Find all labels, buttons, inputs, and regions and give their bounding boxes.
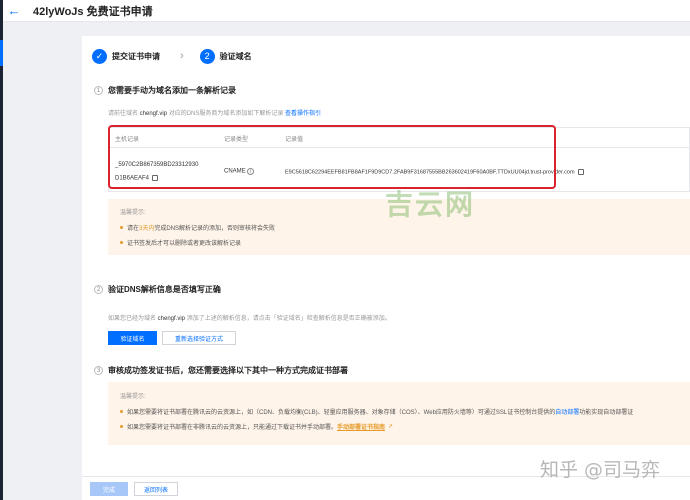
section-3-number: 3 [94, 366, 103, 375]
tip-item-2: 证书签发后才可以删除或者更改该解析记录 [120, 238, 678, 247]
section-2-desc: 如果您已经为域名 chengf.vip 添加了上述的解析信息，请点击「验证域名」… [108, 313, 391, 322]
host-record-line2-text[interactable]: D1B6AEAF4 [115, 176, 149, 182]
bullet-dot [120, 241, 123, 244]
header-host-record: 主机记录 [115, 137, 140, 143]
table-header: 主机记录 记录类型 记录值 [109, 128, 689, 148]
copy-record-value-icon[interactable] [577, 169, 584, 175]
tip-deploy-2: 如果您需要将证书部署在非腾讯云的云资源上，只能通过下载证书并手动部署。 手动部署证… [120, 422, 678, 431]
bullet-dot [120, 410, 123, 413]
record-value-text[interactable]: E9C5618C62294EEFB81FB8AF1F9D9CD7.2FAB9F3… [285, 169, 575, 175]
back-to-list-button[interactable]: 返回列表 [134, 482, 178, 496]
step-2-label: 验证域名 [219, 51, 252, 61]
record-type-value: CNAME [224, 168, 246, 175]
tip-1-pre: 请在 [127, 226, 140, 232]
host-record-line2: D1B6AEAF4 [115, 175, 159, 182]
watermark-jiyun: 吉云网 [385, 188, 476, 221]
done-button[interactable]: 完成 [90, 482, 128, 496]
top-header: ← 42lyWoJs 免费证书申请 [3, 0, 690, 22]
sidebar [0, 0, 3, 500]
section-1-desc: 请前往域名 chengf.vip 对应的DNS服务商为域名添加如下解析记录 查看… [108, 108, 321, 117]
tip-deploy-1: 如果您需要将证书部署在腾讯云的云资源上，如（CDN、负载均衡(CLB)、轻量应用… [120, 407, 678, 416]
tip-2-text: 证书签发后才可以删除或者更改该解析记录 [127, 241, 242, 247]
record-value-cell: E9C5618C62294EEFB81FB8AF1F9D9CD7.2FAB9F3… [285, 169, 584, 175]
copy-host-record-icon[interactable] [152, 175, 159, 181]
step-1-check-icon: ✓ [92, 48, 107, 64]
section-3-title: 审核成功签发证书后，您还需要选择以下其中一种方式完成证书部署 [108, 366, 348, 375]
tip-1-post: 完成DNS解析记录的添加，否则审核将会失败 [154, 226, 276, 232]
verify-domain-button[interactable]: 验证域名 [108, 331, 157, 345]
auto-deploy-link[interactable]: 自动部署 [555, 407, 579, 416]
bullet-dot [120, 425, 123, 428]
tips-box-2: 温馨提示: 如果您需要将证书部署在腾讯云的云资源上，如（CDN、负载均衡(CLB… [108, 382, 690, 445]
deploy-2-pre: 如果您需要将证书部署在非腾讯云的云资源上，只能通过下载证书并手动部署。 [127, 425, 338, 431]
back-arrow-icon[interactable]: ← [3, 3, 25, 18]
tip-1-highlight: 3天内 [139, 226, 155, 232]
step-1-label: 提交证书申请 [112, 51, 160, 61]
section-2-number: 2 [94, 285, 103, 294]
record-type-cell: CNAME i [224, 168, 254, 175]
sidebar-active-indicator [0, 40, 3, 66]
main-card: ✓ 提交证书申请 › 2 验证域名 1 您需要手动为域名添加一条解析记录 请前往… [82, 36, 690, 476]
header-record-value: 记录值 [285, 137, 304, 143]
step-indicator: ✓ 提交证书申请 › 2 验证域名 [92, 46, 252, 66]
page-title: 42lyWoJs 免费证书申请 [33, 5, 153, 18]
tip-item-1: 请在 3天内 完成DNS解析记录的添加，否则审核将会失败 [120, 223, 678, 232]
external-link-icon[interactable]: ↗ [388, 423, 393, 430]
tips-title: 温馨提示: [120, 394, 146, 400]
section-1-title: 您需要手动为域名添加一条解析记录 [108, 86, 236, 95]
chevron-right-icon: › [180, 50, 184, 62]
deploy-1-pre: 如果您需要将证书部署在腾讯云的云资源上，如（CDN、负载均衡(CLB)、轻量应用… [127, 410, 556, 416]
section-1-desc-before: 请前往域名 [108, 111, 140, 117]
domain-name: chengf.vip [157, 316, 186, 322]
deploy-1-post: 功能实现自动部署证 [579, 410, 634, 416]
view-guide-link[interactable]: 查看操作指引 [285, 111, 321, 117]
step-2-number: 2 [199, 48, 215, 64]
section-1-desc-after: 对应的DNS服务商为域名添加如下解析记录 [167, 111, 284, 117]
section-2-desc-before: 如果您已经为域名 [108, 316, 158, 322]
reselect-verification-button[interactable]: 重新选择验证方式 [162, 331, 236, 345]
section-2-title: 验证DNS解析信息是否填写正确 [108, 285, 221, 294]
manual-deploy-guide-link[interactable]: 手动部署证书指南 [337, 422, 385, 431]
info-icon[interactable]: i [246, 168, 254, 175]
watermark-zhihu: 知乎 @司马弈 [540, 459, 661, 481]
section-1-number: 1 [94, 86, 103, 95]
domain-name: chengf.vip [139, 111, 168, 117]
section-2-desc-after: 添加了上述的解析信息，请点击「验证域名」检查解析信息是否正确被添加。 [185, 316, 391, 322]
bullet-dot [120, 226, 123, 229]
header-record-type: 记录类型 [224, 137, 249, 143]
host-record-line1[interactable]: _5970C2B867359BD23312930 [115, 162, 198, 168]
